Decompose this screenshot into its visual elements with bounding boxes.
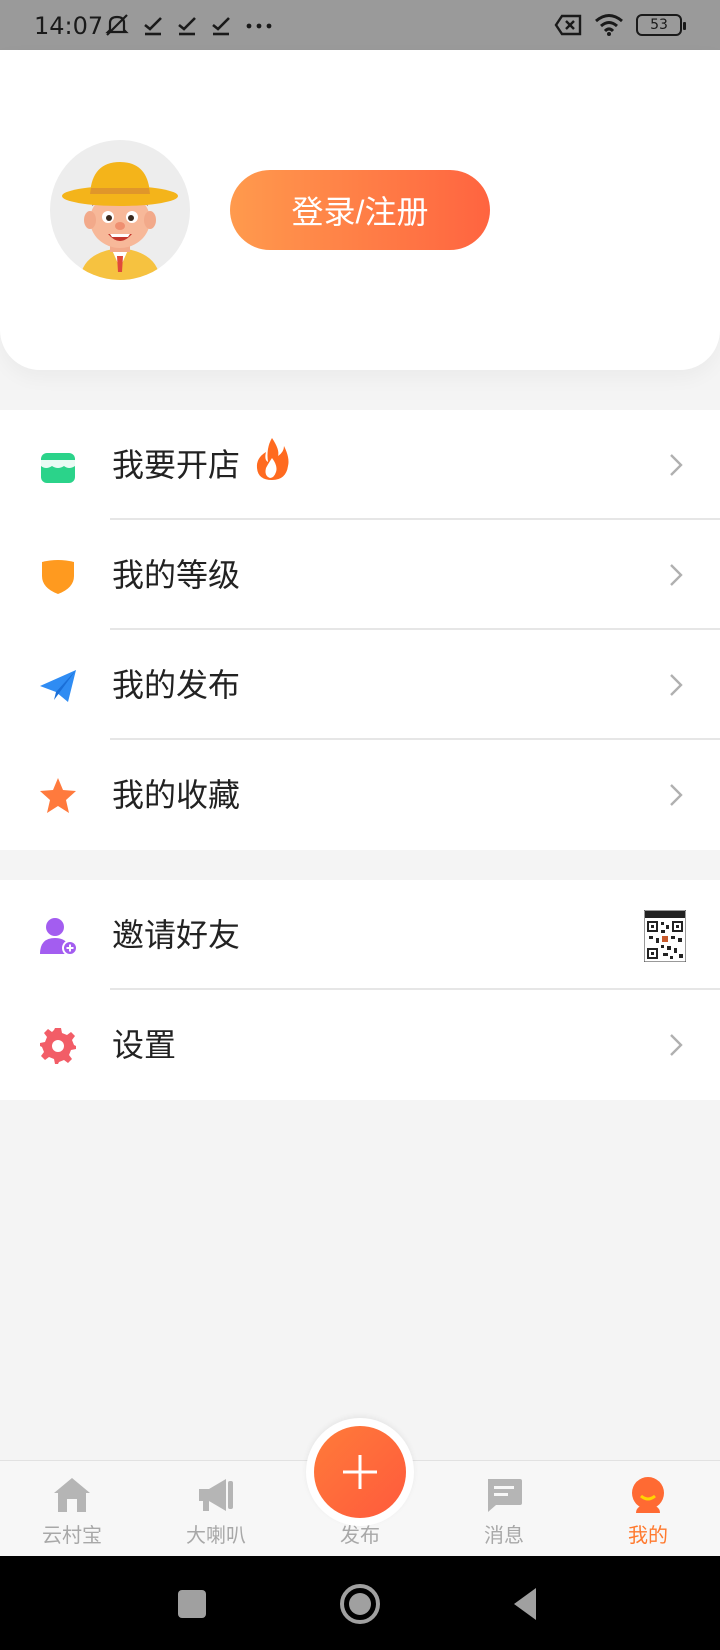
mute-icon [105,14,129,36]
chevron-right-icon [670,454,683,476]
gear-icon [40,1028,76,1064]
shield-icon [42,560,74,594]
menu-item-my-favorites[interactable]: 我的收藏 [0,740,720,850]
menu-label: 我的收藏 [112,776,241,814]
qr-code-icon[interactable] [644,910,686,962]
add-user-icon [40,918,78,956]
nav-item-home[interactable]: 云村宝 [0,1461,144,1557]
home-button-icon[interactable] [338,1582,382,1626]
menu-item-invite-friends[interactable]: 邀请好友 [0,880,720,990]
battery-icon: 53 [636,14,686,36]
nav-item-profile[interactable]: 我的 [576,1461,720,1557]
chevron-right-icon [670,784,683,806]
megaphone-icon [199,1479,233,1511]
menu-label: 设置 [112,1026,177,1064]
login-register-button[interactable]: 登录/注册 [230,170,490,250]
status-left-icons [104,12,274,38]
nav-label: 大喇叭 [186,1523,246,1547]
menu-item-my-posts[interactable]: 我的发布 [0,630,720,740]
store-icon [41,453,75,483]
battery-level: 53 [650,17,668,33]
status-bar: 14:07 53 [0,0,720,50]
check-icon [144,17,162,36]
menu-item-my-level[interactable]: 我的等级 [0,520,720,630]
more-icon [246,23,272,29]
menu-group-secondary: 邀请好友 设置 [0,880,720,1100]
menu-group-primary: 我要开店 我的等级 我的发布 我的收藏 [0,410,720,850]
star-icon [40,778,76,813]
farmer-avatar-icon [62,162,178,280]
nav-label: 云村宝 [42,1523,102,1547]
system-nav-bar [0,1556,720,1650]
fire-icon [256,438,289,480]
back-icon[interactable] [506,1582,550,1626]
avatar[interactable] [50,140,190,280]
publish-button-wrap [306,1418,414,1526]
profile-icon [632,1477,664,1513]
chevron-right-icon [670,1034,683,1056]
menu-label: 邀请好友 [112,916,241,954]
recent-apps-icon[interactable] [170,1582,214,1626]
status-right-icons: 53 [554,12,686,38]
menu-label: 我的等级 [112,556,241,594]
check-icon [212,17,230,36]
home-icon [54,1478,90,1512]
wifi-icon [595,14,623,36]
nav-item-messages[interactable]: 消息 [432,1461,576,1557]
sim-off-icon [554,14,582,36]
menu-item-open-store[interactable]: 我要开店 [0,410,720,520]
menu-item-settings[interactable]: 设置 [0,990,720,1100]
status-time: 14:07 [34,12,104,40]
paper-plane-icon [40,670,76,702]
plus-icon [343,1455,377,1489]
check-icon [178,17,196,36]
chevron-right-icon [670,674,683,696]
nav-label: 我的 [628,1523,668,1547]
profile-header: 登录/注册 [0,50,720,370]
nav-item-megaphone[interactable]: 大喇叭 [144,1461,288,1557]
message-icon [488,1479,522,1512]
nav-label: 消息 [484,1523,524,1547]
chevron-right-icon [670,564,683,586]
menu-label: 我的发布 [112,666,241,704]
publish-button[interactable] [314,1426,406,1518]
menu-label: 我要开店 [112,446,241,484]
